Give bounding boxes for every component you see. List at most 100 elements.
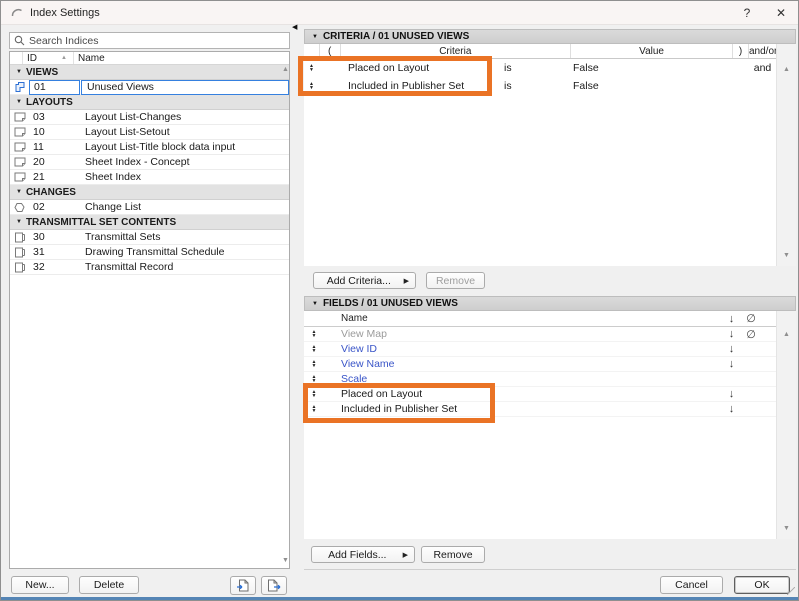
group-header-layouts[interactable]: ▼ LAYOUTS bbox=[10, 95, 289, 110]
remove-fields-button[interactable]: Remove bbox=[421, 546, 485, 563]
layout-icon bbox=[10, 142, 29, 152]
criteria-value[interactable]: False bbox=[571, 62, 734, 74]
criteria-operator[interactable]: is bbox=[504, 80, 512, 92]
new-button[interactable]: New... bbox=[11, 576, 69, 594]
resize-grip[interactable] bbox=[787, 587, 795, 595]
list-item[interactable]: 30 Transmittal Sets bbox=[10, 230, 289, 245]
export-icon bbox=[268, 579, 281, 592]
criteria-row[interactable]: ▲ ▼ Placed on Layout is False and bbox=[304, 59, 776, 77]
criteria-section-bar[interactable]: ▼ CRITERIA / 01 UNUSED VIEWS bbox=[304, 29, 796, 44]
search-input[interactable] bbox=[29, 34, 289, 47]
criteria-name[interactable]: Placed on Layout bbox=[348, 62, 429, 74]
scroll-down-icon[interactable]: ▼ bbox=[282, 557, 289, 564]
change-icon bbox=[10, 202, 29, 213]
list-item[interactable]: 03 Layout List-Changes bbox=[10, 110, 289, 125]
item-id: 11 bbox=[33, 141, 44, 153]
scroll-up-icon[interactable]: ▲ bbox=[783, 331, 790, 338]
field-name[interactable]: Included in Publisher Set bbox=[324, 403, 722, 415]
criteria-operator[interactable]: is bbox=[504, 62, 512, 74]
field-name[interactable]: View Name bbox=[324, 358, 722, 370]
col-name: Name bbox=[78, 52, 105, 64]
list-item-selected[interactable]: 01 Unused Views bbox=[10, 79, 289, 95]
scroll-down-icon[interactable]: ▼ bbox=[783, 252, 790, 259]
criteria-andor[interactable]: and bbox=[749, 62, 776, 74]
help-button[interactable]: ? bbox=[730, 2, 764, 24]
fields-header-row: Name ↓ ∅ bbox=[304, 311, 776, 327]
fields-table: Name ↓ ∅ ▲ ▼ View Map ↓ ∅ ▲ ▼ View ID ↓ ▲ ▼… bbox=[304, 311, 776, 539]
item-id: 21 bbox=[33, 171, 45, 183]
item-name: Change List bbox=[85, 201, 142, 213]
item-id: 10 bbox=[33, 126, 45, 138]
field-row[interactable]: ▲ ▼ Placed on Layout ↓ bbox=[304, 387, 776, 402]
list-item[interactable]: 32 Transmittal Record bbox=[10, 260, 289, 275]
reorder-handle-icon[interactable]: ▲ ▼ bbox=[312, 405, 317, 414]
field-row[interactable]: ▲ ▼ View ID ↓ bbox=[304, 342, 776, 357]
list-item[interactable]: 11 Layout List-Title block data input bbox=[10, 140, 289, 155]
fields-section-bar[interactable]: ▼ FIELDS / 01 UNUSED VIEWS bbox=[304, 296, 796, 311]
sort-down-icon[interactable]: ↓ bbox=[722, 328, 741, 340]
field-name[interactable]: Placed on Layout bbox=[324, 388, 722, 400]
criteria-name[interactable]: Included in Publisher Set bbox=[348, 80, 464, 92]
list-header[interactable]: ID ▲ Name bbox=[10, 52, 289, 65]
sort-down-icon[interactable]: ↓ bbox=[722, 388, 741, 400]
submenu-arrow-icon: ▶ bbox=[403, 277, 409, 285]
list-item[interactable]: 02 Change List bbox=[10, 200, 289, 215]
field-name[interactable]: View Map bbox=[324, 328, 722, 340]
col-andor: and/or bbox=[749, 45, 778, 57]
reorder-handle-icon[interactable]: ▲ ▼ bbox=[309, 64, 314, 73]
field-row[interactable]: ▲ ▼ Included in Publisher Set ↓ bbox=[304, 402, 776, 417]
sort-down-icon[interactable]: ↓ bbox=[722, 343, 741, 355]
sort-down-icon[interactable]: ↓ bbox=[722, 358, 741, 370]
criteria-scrollbar[interactable]: ▲ ▼ bbox=[776, 44, 796, 266]
collapse-icon: ▼ bbox=[16, 189, 22, 195]
item-name: Unused Views bbox=[81, 79, 289, 95]
group-header-views[interactable]: ▼ VIEWS bbox=[10, 65, 289, 80]
reorder-handle-icon[interactable]: ▲ ▼ bbox=[312, 375, 317, 384]
list-item[interactable]: 10 Layout List-Setout bbox=[10, 125, 289, 140]
group-header-transmittal[interactable]: ▼ TRANSMITTAL SET CONTENTS bbox=[10, 215, 289, 230]
scroll-up-icon[interactable]: ▲ bbox=[282, 66, 289, 73]
layout-icon bbox=[10, 157, 29, 167]
field-row[interactable]: ▲ ▼ View Name ↓ bbox=[304, 357, 776, 372]
col-value: Value bbox=[639, 45, 664, 57]
fields-scrollbar[interactable]: ▲ ▼ bbox=[776, 311, 796, 539]
field-name[interactable]: View ID bbox=[324, 343, 722, 355]
sort-down-icon[interactable]: ↓ bbox=[722, 403, 741, 415]
cancel-button[interactable]: Cancel bbox=[660, 576, 723, 594]
item-name: Layout List-Title block data input bbox=[85, 141, 236, 153]
scroll-up-icon[interactable]: ▲ bbox=[783, 66, 790, 73]
reorder-handle-icon[interactable]: ▲ ▼ bbox=[312, 360, 317, 369]
item-name: Transmittal Sets bbox=[85, 231, 161, 243]
item-name: Sheet Index bbox=[85, 171, 142, 183]
delete-button[interactable]: Delete bbox=[79, 576, 139, 594]
col-name: Name bbox=[341, 313, 368, 324]
layout-icon bbox=[10, 127, 29, 137]
reorder-handle-icon[interactable]: ▲ ▼ bbox=[312, 390, 317, 399]
list-item[interactable]: 31 Drawing Transmittal Schedule bbox=[10, 245, 289, 260]
dialog-icon bbox=[11, 8, 22, 16]
close-button[interactable]: ✕ bbox=[764, 2, 798, 24]
field-row[interactable]: ▲ ▼ Scale bbox=[304, 372, 776, 387]
list-item[interactable]: 21 Sheet Index bbox=[10, 170, 289, 185]
criteria-value[interactable]: False bbox=[571, 80, 734, 92]
export-index-button[interactable] bbox=[261, 576, 287, 595]
item-id: 32 bbox=[33, 261, 45, 273]
ok-button[interactable]: OK bbox=[734, 576, 790, 594]
add-criteria-button[interactable]: Add Criteria... ▶ bbox=[313, 272, 416, 289]
add-fields-button[interactable]: Add Fields... ▶ bbox=[311, 546, 415, 563]
window-bottom-edge bbox=[1, 597, 798, 600]
reorder-handle-icon[interactable]: ▲ ▼ bbox=[309, 82, 314, 91]
criteria-row[interactable]: ▲ ▼ Included in Publisher Set is False bbox=[304, 77, 776, 95]
reorder-handle-icon[interactable]: ▲ ▼ bbox=[312, 330, 317, 339]
field-row[interactable]: ▲ ▼ View Map ↓ ∅ bbox=[304, 327, 776, 342]
import-icon bbox=[237, 579, 249, 592]
list-item[interactable]: 20 Sheet Index - Concept bbox=[10, 155, 289, 170]
field-name[interactable]: Scale bbox=[324, 373, 722, 385]
reorder-handle-icon[interactable]: ▲ ▼ bbox=[312, 345, 317, 354]
search-box[interactable] bbox=[9, 32, 290, 49]
import-index-button[interactable] bbox=[230, 576, 256, 595]
panel-splitter-icon[interactable]: ◀ bbox=[292, 23, 297, 31]
hidden-field-icon[interactable]: ∅ bbox=[741, 328, 761, 341]
scroll-down-icon[interactable]: ▼ bbox=[783, 525, 790, 532]
group-header-changes[interactable]: ▼ CHANGES bbox=[10, 185, 289, 200]
